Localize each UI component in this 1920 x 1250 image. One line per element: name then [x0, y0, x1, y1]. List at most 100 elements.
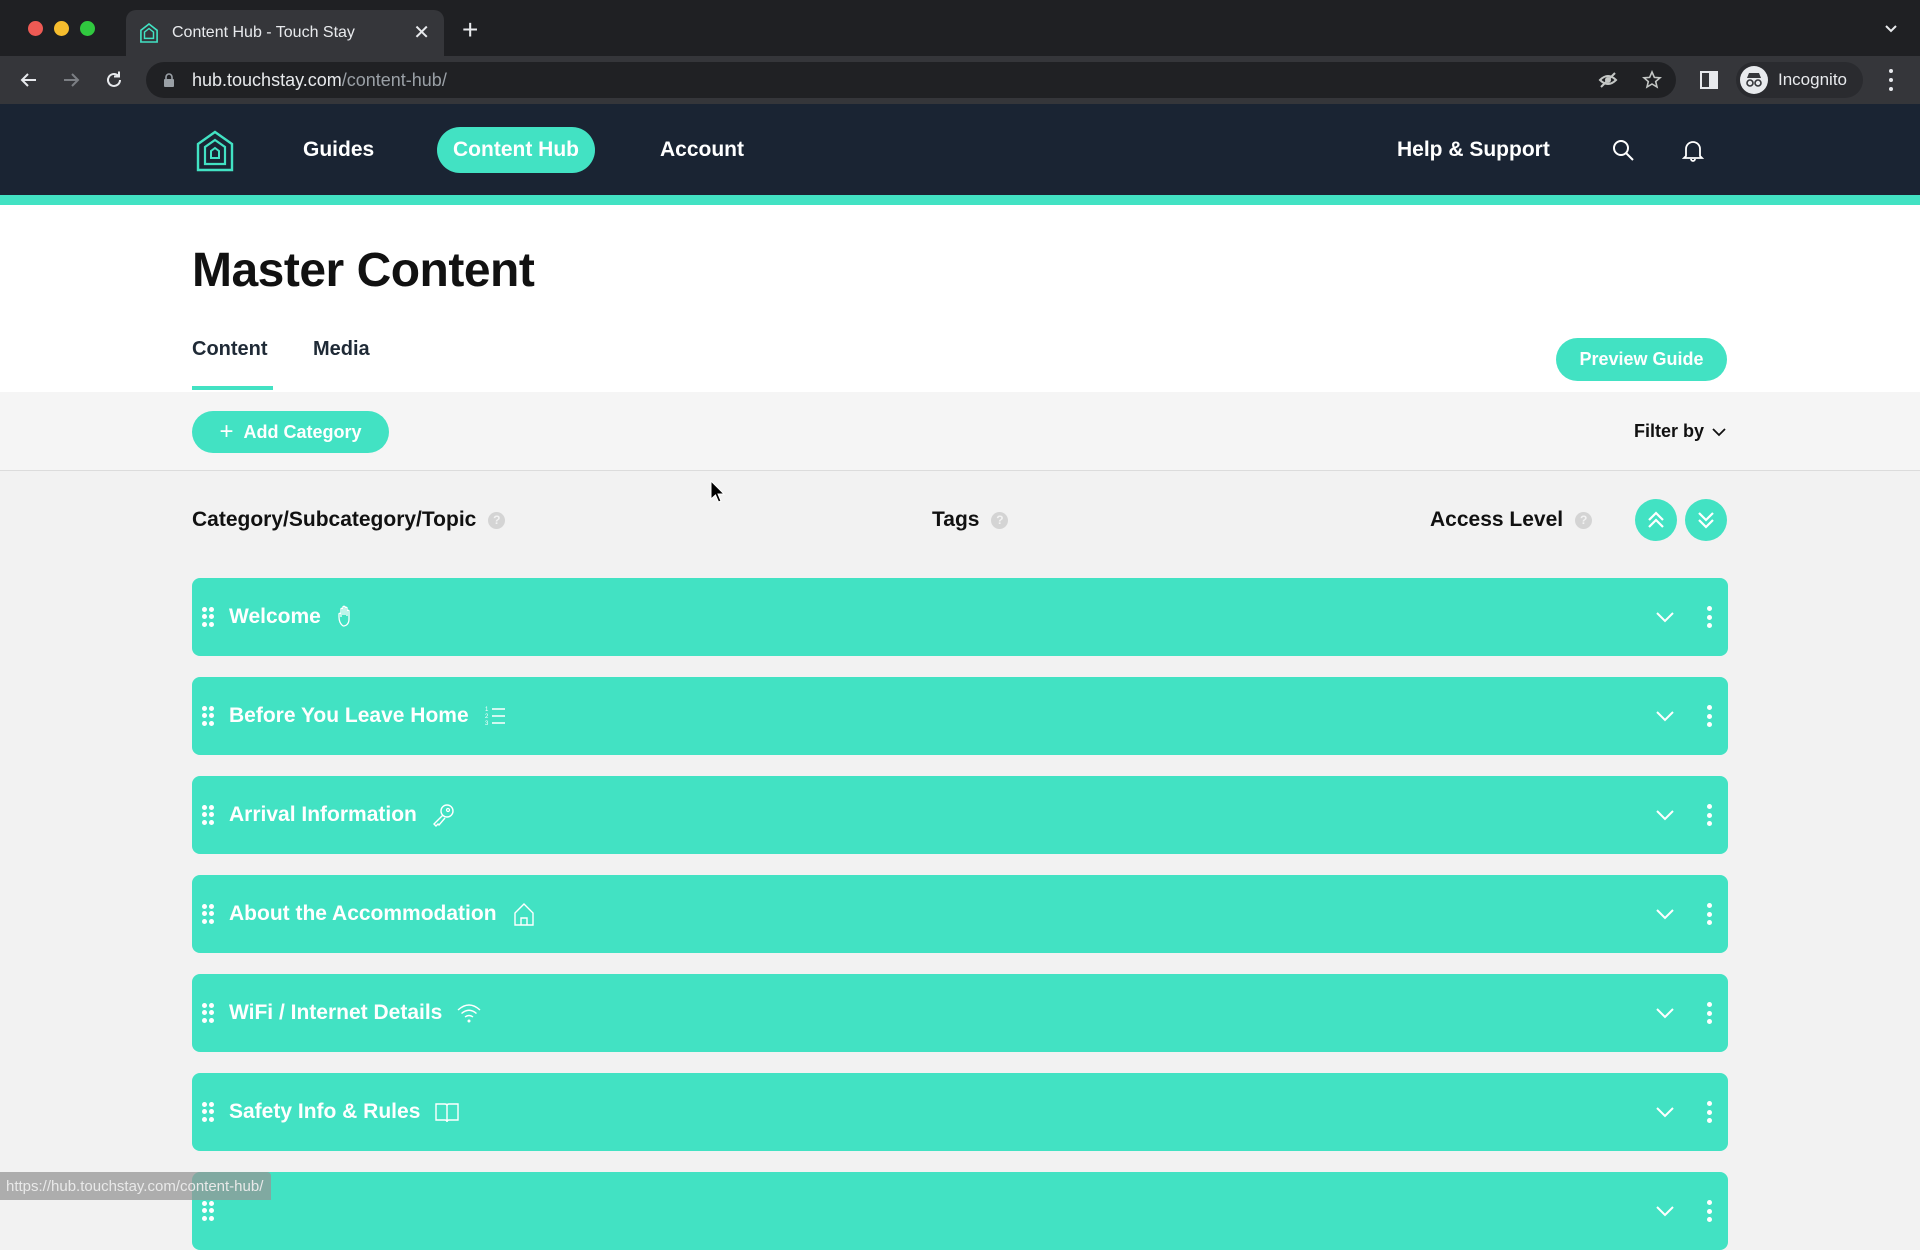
- close-tab-icon[interactable]: ✕: [413, 23, 430, 43]
- nav-help-support[interactable]: Help & Support: [1397, 138, 1550, 162]
- help-icon[interactable]: ?: [1575, 511, 1593, 529]
- category-row[interactable]: [192, 1172, 1728, 1250]
- url-path: /content-hub/: [341, 69, 447, 90]
- drag-handle-icon[interactable]: [202, 1003, 214, 1023]
- column-header-tags: Tags ?: [932, 508, 1009, 532]
- add-category-label: Add Category: [243, 421, 362, 442]
- preview-guide-button[interactable]: Preview Guide: [1556, 338, 1727, 381]
- help-icon[interactable]: ?: [488, 511, 506, 529]
- eye-slash-icon[interactable]: [1598, 70, 1618, 90]
- help-icon[interactable]: ?: [991, 511, 1009, 529]
- arrow-left-icon: [20, 73, 36, 87]
- column-category-label: Category/Subcategory/Topic: [192, 508, 477, 531]
- column-access-label: Access Level: [1430, 508, 1564, 531]
- browser-toolbar: hub.touchstay.com/content-hub/ Incognito: [0, 56, 1920, 104]
- incognito-profile-button[interactable]: Incognito: [1736, 62, 1863, 98]
- category-label: Before You Leave Home: [229, 704, 469, 727]
- category-row[interactable]: About the Accommodation: [192, 875, 1728, 953]
- chevron-down-icon[interactable]: [1654, 606, 1676, 628]
- page-title: Master Content: [192, 244, 535, 297]
- collapse-all-button[interactable]: [1635, 499, 1677, 541]
- incognito-icon: [1740, 66, 1768, 94]
- active-tab-indicator: [192, 386, 273, 390]
- category-row[interactable]: Before You Leave Home 1 2 3: [192, 677, 1728, 755]
- category-label: Safety Info & Rules: [229, 1100, 421, 1123]
- row-menu-icon[interactable]: [1706, 804, 1712, 826]
- drag-handle-icon[interactable]: [202, 805, 214, 825]
- svg-text:2: 2: [485, 714, 489, 720]
- search-icon[interactable]: [1611, 138, 1635, 162]
- row-menu-icon[interactable]: [1706, 903, 1712, 925]
- column-tags-label: Tags: [932, 508, 980, 531]
- drag-handle-icon[interactable]: [202, 1102, 214, 1122]
- row-menu-icon[interactable]: [1706, 1101, 1712, 1123]
- back-button[interactable]: [17, 68, 41, 92]
- forward-button[interactable]: [59, 68, 83, 92]
- wifi-icon: [457, 1004, 481, 1023]
- browser-tab-strip: Content Hub - Touch Stay ✕ +: [0, 0, 1920, 56]
- drag-handle-icon[interactable]: [202, 607, 214, 627]
- category-row[interactable]: Welcome: [192, 578, 1728, 656]
- bell-icon[interactable]: [1681, 138, 1705, 162]
- chevron-down-icon[interactable]: [1654, 1200, 1676, 1222]
- row-menu-icon[interactable]: [1706, 606, 1712, 628]
- star-icon[interactable]: [1642, 70, 1662, 90]
- drag-handle-icon[interactable]: [202, 706, 214, 726]
- maximize-window-button[interactable]: [80, 21, 95, 36]
- add-category-button[interactable]: + Add Category: [192, 411, 389, 453]
- header-accent-bar: [0, 195, 1920, 205]
- drag-handle-icon[interactable]: [202, 1201, 214, 1221]
- chevron-down-icon[interactable]: [1654, 705, 1676, 727]
- lock-icon: [164, 73, 174, 87]
- expand-all-button[interactable]: [1685, 499, 1727, 541]
- chevron-down-icon[interactable]: [1654, 1101, 1676, 1123]
- row-menu-icon[interactable]: [1706, 1200, 1712, 1222]
- address-bar[interactable]: hub.touchstay.com/content-hub/: [146, 62, 1676, 98]
- book-icon: [435, 1103, 460, 1123]
- nav-content-hub[interactable]: Content Hub: [437, 127, 595, 173]
- chevron-down-icon: [1712, 427, 1726, 436]
- category-row[interactable]: WiFi / Internet Details: [192, 974, 1728, 1052]
- side-panel-icon[interactable]: [1700, 71, 1718, 89]
- filter-by-label: Filter by: [1634, 421, 1705, 441]
- touchstay-favicon-icon: [140, 23, 158, 43]
- row-menu-icon[interactable]: [1706, 1002, 1712, 1024]
- category-label: WiFi / Internet Details: [229, 1001, 443, 1024]
- reload-button[interactable]: [102, 68, 126, 92]
- plus-icon: +: [219, 418, 234, 445]
- svg-text:1: 1: [485, 707, 489, 713]
- browser-tab[interactable]: Content Hub - Touch Stay ✕: [126, 10, 444, 56]
- profile-label: Incognito: [1778, 70, 1847, 89]
- chevron-down-icon[interactable]: [1654, 903, 1676, 925]
- mouse-cursor-icon: [710, 480, 726, 503]
- reload-icon: [107, 71, 121, 87]
- svg-text:3: 3: [485, 721, 489, 727]
- drag-handle-icon[interactable]: [202, 904, 214, 924]
- row-menu-icon[interactable]: [1706, 705, 1712, 727]
- category-row[interactable]: Safety Info & Rules: [192, 1073, 1728, 1151]
- category-label: Arrival Information: [229, 803, 417, 826]
- nav-account[interactable]: Account: [660, 138, 744, 162]
- minimize-window-button[interactable]: [54, 21, 69, 36]
- column-header-access-level: Access Level ?: [1430, 508, 1593, 532]
- numbered-list-icon: 123: [485, 707, 505, 727]
- tab-search-chevron-icon[interactable]: [1884, 22, 1898, 36]
- filter-by-dropdown[interactable]: Filter by: [1634, 421, 1726, 442]
- url-host: hub.touchstay.com: [192, 69, 342, 90]
- nav-guides[interactable]: Guides: [303, 138, 374, 162]
- house-icon: [513, 903, 534, 926]
- link-status-bubble: https://hub.touchstay.com/content-hub/: [0, 1172, 272, 1200]
- chevron-down-icon[interactable]: [1654, 1002, 1676, 1024]
- category-label: About the Accommodation: [229, 902, 497, 925]
- browser-menu-icon[interactable]: [1888, 69, 1894, 91]
- tab-media[interactable]: Media: [313, 338, 370, 361]
- close-window-button[interactable]: [28, 21, 43, 36]
- chevron-down-icon[interactable]: [1654, 804, 1676, 826]
- tab-content[interactable]: Content: [192, 338, 268, 361]
- arrow-right-icon: [64, 73, 80, 87]
- tab-title: Content Hub - Touch Stay: [172, 24, 355, 41]
- touchstay-logo-icon[interactable]: [196, 130, 234, 172]
- category-row[interactable]: Arrival Information: [192, 776, 1728, 854]
- key-icon: [432, 804, 454, 827]
- new-tab-button[interactable]: +: [462, 16, 478, 44]
